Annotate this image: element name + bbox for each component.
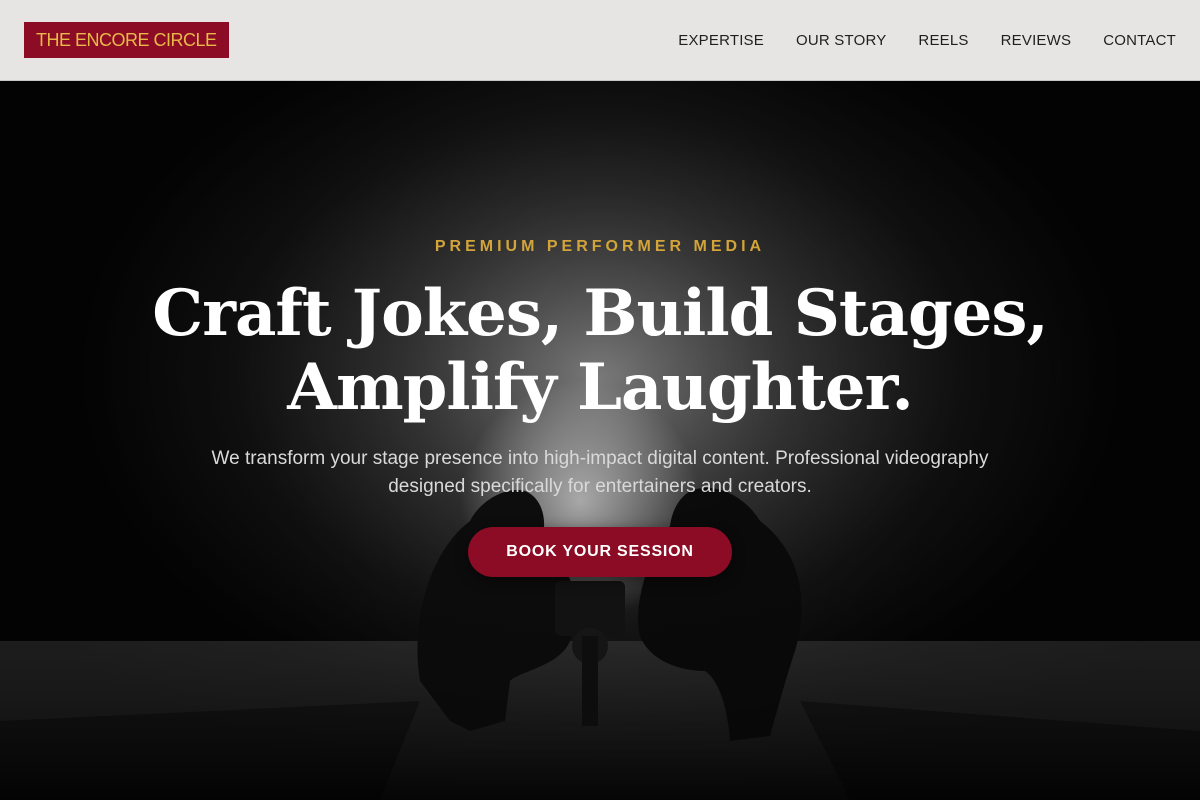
hero-subtitle: We transform your stage presence into hi… xyxy=(211,448,989,497)
hero-headline-line-2: Amplify Laughter. xyxy=(287,350,913,425)
nav-item-reviews[interactable]: REVIEWS xyxy=(1001,32,1072,49)
hero-section: PREMIUM PERFORMER MEDIA Craft Jokes, Bui… xyxy=(0,81,1200,800)
hero-headline: Craft Jokes, Build Stages, Amplify Laugh… xyxy=(100,277,1100,425)
hero-eyebrow: PREMIUM PERFORMER MEDIA xyxy=(434,238,766,255)
nav-item-expertise[interactable]: EXPERTISE xyxy=(678,32,764,49)
nav-item-contact[interactable]: CONTACT xyxy=(1103,32,1176,49)
book-session-button[interactable]: BOOK YOUR SESSION xyxy=(468,527,732,577)
site-logo[interactable]: THE ENCORE CIRCLE xyxy=(24,22,229,58)
hero-headline-line-1: Craft Jokes, Build Stages, xyxy=(152,276,1048,351)
hero-content: PREMIUM PERFORMER MEDIA Craft Jokes, Bui… xyxy=(0,81,1200,800)
site-header: THE ENCORE CIRCLE EXPERTISE OUR STORY RE… xyxy=(0,0,1200,81)
main-nav: EXPERTISE OUR STORY REELS REVIEWS CONTAC… xyxy=(678,0,1176,80)
nav-item-reels[interactable]: REELS xyxy=(918,32,968,49)
nav-item-our-story[interactable]: OUR STORY xyxy=(796,32,886,49)
